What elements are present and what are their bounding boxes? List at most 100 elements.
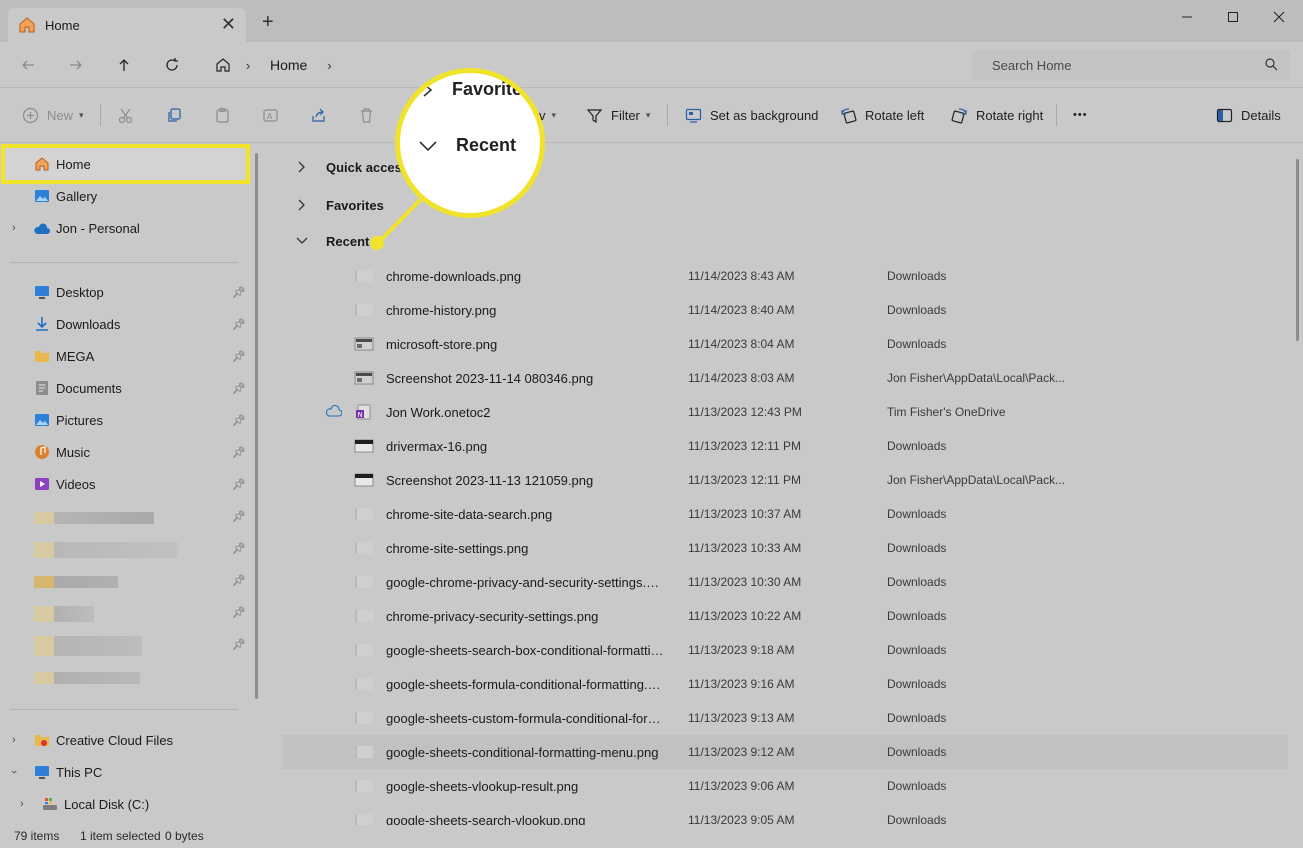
file-row[interactable]: google-sheets-vlookup-result.png 11/13/20… bbox=[282, 769, 1288, 803]
file-date: 11/13/2023 9:13 AM bbox=[688, 711, 795, 725]
copy-button[interactable] bbox=[166, 102, 183, 128]
redacted-block bbox=[34, 512, 154, 524]
delete-button[interactable] bbox=[358, 102, 375, 128]
content-scrollbar[interactable] bbox=[1296, 159, 1299, 341]
close-window-button[interactable] bbox=[1256, 4, 1302, 30]
new-tab-button[interactable]: + bbox=[262, 12, 274, 32]
breadcrumb[interactable]: › Home › bbox=[206, 50, 964, 80]
sidebar-item-onedrive[interactable]: › Jon - Personal bbox=[0, 213, 250, 243]
sidebar-item-mega[interactable]: MEGA 📌︎ bbox=[0, 341, 250, 371]
sidebar-item-local-disk[interactable]: › Local Disk (C:) bbox=[0, 789, 250, 819]
new-label: New bbox=[47, 107, 74, 123]
file-row[interactable]: drivermax-16.png 11/13/2023 12:11 PM Downl… bbox=[282, 429, 1288, 463]
pin-icon: 📌︎ bbox=[232, 511, 246, 523]
image-thumbnail-icon bbox=[355, 678, 373, 690]
file-location: Downloads bbox=[887, 507, 947, 521]
sidebar-item-documents[interactable]: Documents 📌︎ bbox=[0, 373, 250, 403]
rename-button[interactable]: A bbox=[262, 102, 279, 128]
sidebar-item-redacted[interactable]: 📌︎ bbox=[0, 629, 250, 659]
chevron-right-icon[interactable]: › bbox=[12, 734, 16, 746]
svg-text:N: N bbox=[358, 411, 363, 419]
callout-magnifier: Favorite Recent bbox=[395, 68, 545, 218]
image-thumbnail-icon bbox=[355, 712, 373, 724]
arrow-left-icon bbox=[22, 60, 34, 70]
rotate-left-button[interactable]: Rotate left bbox=[840, 102, 924, 128]
file-row[interactable]: chrome-privacy-security-settings.png 11/1… bbox=[282, 599, 1288, 633]
file-row[interactable]: chrome-history.png 11/14/2023 8:40 AM Down… bbox=[282, 293, 1288, 327]
sidebar-item-redacted[interactable]: 📌︎ bbox=[0, 501, 250, 531]
sidebar-item-label: Jon - Personal bbox=[56, 221, 140, 236]
sidebar-item-music[interactable]: Music 📌︎ bbox=[0, 437, 250, 467]
sidebar-scrollbar[interactable] bbox=[255, 153, 258, 699]
file-row[interactable]: chrome-site-settings.png 11/13/2023 10:33… bbox=[282, 531, 1288, 565]
file-name: chrome-site-settings.png bbox=[386, 541, 529, 556]
rotate-right-button[interactable]: Rotate right bbox=[951, 102, 1043, 128]
sidebar-item-label: Gallery bbox=[56, 189, 98, 204]
file-row[interactable]: Screenshot 2023-11-14 080346.png 11/14/20… bbox=[282, 361, 1288, 395]
cut-button[interactable] bbox=[117, 102, 134, 128]
sidebar-item-home[interactable]: Home bbox=[0, 149, 250, 179]
breadcrumb-home[interactable]: Home bbox=[270, 57, 307, 73]
file-date: 11/14/2023 8:04 AM bbox=[688, 337, 795, 351]
chevron-down-icon bbox=[296, 237, 308, 244]
up-button[interactable] bbox=[110, 52, 138, 78]
maximize-button[interactable] bbox=[1210, 4, 1256, 30]
sidebar-item-this-pc[interactable]: › This PC bbox=[0, 757, 250, 787]
new-button[interactable]: New ▾ bbox=[22, 102, 84, 128]
file-date: 11/13/2023 12:43 PM bbox=[688, 405, 802, 419]
file-row[interactable]: google-sheets-custom-formula-conditional… bbox=[282, 701, 1288, 735]
sidebar-item-desktop[interactable]: Desktop 📌︎ bbox=[0, 277, 250, 307]
callout-favorites: Favorite bbox=[422, 79, 522, 100]
sidebar-item-creative-cloud[interactable]: › Creative Cloud Files bbox=[0, 725, 250, 755]
file-date: 11/13/2023 9:12 AM bbox=[688, 745, 795, 759]
file-row[interactable]: chrome-site-data-search.png 11/13/2023 10… bbox=[282, 497, 1288, 531]
forward-button[interactable] bbox=[62, 52, 90, 78]
sidebar-item-gallery[interactable]: Gallery bbox=[0, 181, 250, 211]
folder-icon bbox=[35, 351, 49, 362]
file-row[interactable]: google-chrome-privacy-and-security-setti… bbox=[282, 565, 1288, 599]
file-row[interactable]: Screenshot 2023-11-13 121059.png 11/13/20… bbox=[282, 463, 1288, 497]
back-button[interactable] bbox=[14, 52, 42, 78]
search-input[interactable]: Search Home bbox=[972, 50, 1290, 80]
filter-button[interactable]: Filter ▾ bbox=[586, 102, 650, 128]
sidebar-item-redacted[interactable]: 📌︎ bbox=[0, 533, 250, 563]
file-location: Downloads bbox=[887, 643, 947, 657]
file-location: Jon Fisher\AppData\Local\Pack... bbox=[887, 473, 1066, 487]
sidebar-item-redacted[interactable] bbox=[0, 661, 250, 691]
set-as-background-button[interactable]: Set as background bbox=[685, 102, 818, 128]
file-row[interactable]: N Jon Work.onetoc2 11/13/2023 12:43 PM Tim … bbox=[282, 395, 1288, 429]
file-row[interactable]: chrome-downloads.png 11/14/2023 8:43 AM Do… bbox=[282, 259, 1288, 293]
refresh-button[interactable] bbox=[158, 52, 186, 78]
callout-recent: Recent bbox=[418, 135, 516, 156]
more-options-button[interactable]: ••• bbox=[1073, 102, 1088, 128]
share-button[interactable] bbox=[310, 102, 327, 128]
file-row[interactable]: microsoft-store.png 11/14/2023 8:04 AM Dow… bbox=[282, 327, 1288, 361]
svg-text:A: A bbox=[267, 112, 273, 121]
tab-home[interactable]: Home ✕ bbox=[8, 8, 246, 42]
details-button[interactable]: Details bbox=[1216, 102, 1281, 128]
sidebar-item-videos[interactable]: Videos 📌︎ bbox=[0, 469, 250, 499]
file-row[interactable]: google-sheets-formula-conditional-format… bbox=[282, 667, 1288, 701]
sidebar-item-downloads[interactable]: Downloads 📌︎ bbox=[0, 309, 250, 339]
file-row[interactable]: google-sheets-conditional-formatting-men… bbox=[282, 735, 1288, 769]
file-location: Downloads bbox=[887, 609, 947, 623]
paste-button[interactable] bbox=[214, 102, 231, 128]
breadcrumb-home-icon[interactable] bbox=[206, 57, 240, 73]
sidebar-item-redacted[interactable]: 📌︎ bbox=[0, 565, 250, 595]
downloads-icon bbox=[36, 317, 48, 331]
arrow-right-icon bbox=[70, 60, 82, 70]
breadcrumb-separator[interactable]: › bbox=[321, 58, 337, 73]
chevron-down-icon[interactable]: › bbox=[8, 770, 20, 774]
minimize-button[interactable] bbox=[1164, 4, 1210, 30]
sidebar-item-redacted[interactable]: 📌︎ bbox=[0, 597, 250, 627]
chevron-right-icon[interactable]: › bbox=[20, 798, 24, 810]
more-icon: ••• bbox=[1073, 109, 1088, 121]
file-date: 11/13/2023 10:33 AM bbox=[688, 541, 802, 555]
file-row[interactable]: google-sheets-search-box-conditional-for… bbox=[282, 633, 1288, 667]
tab-close-button[interactable]: ✕ bbox=[221, 15, 236, 33]
rotate-left-icon bbox=[841, 107, 857, 123]
clipboard-icon bbox=[216, 107, 229, 123]
onenote-icon: N bbox=[356, 404, 371, 420]
sidebar-item-pictures[interactable]: Pictures 📌︎ bbox=[0, 405, 250, 435]
chevron-right-icon[interactable]: › bbox=[12, 222, 16, 234]
